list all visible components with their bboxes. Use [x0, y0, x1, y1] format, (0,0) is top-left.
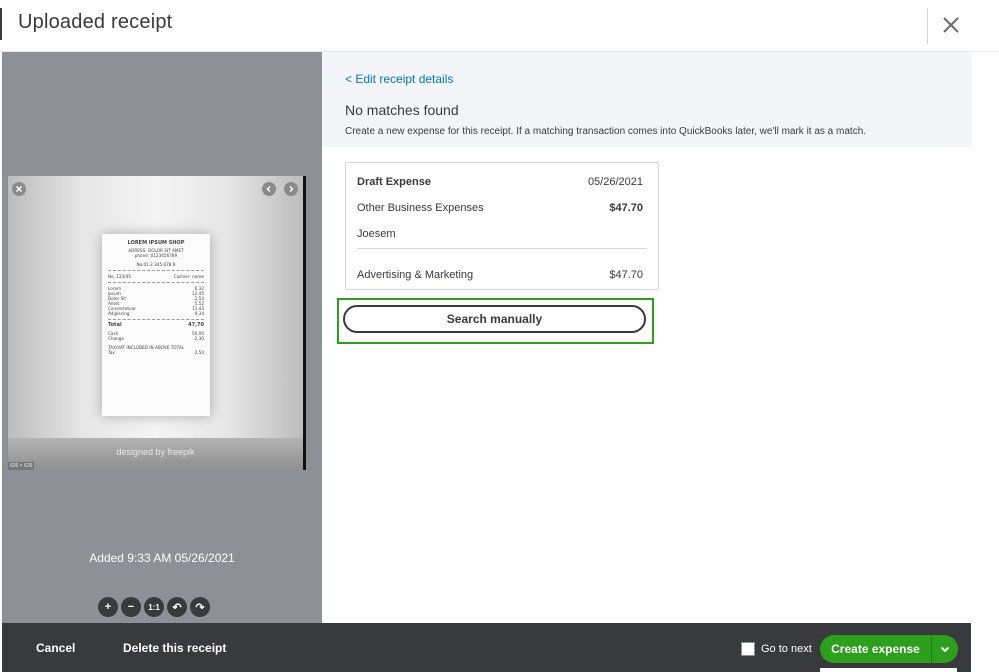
card-divider	[357, 248, 647, 249]
receipt-shop-name: LOREM IPSUM SHOP	[127, 240, 185, 246]
create-expense-button[interactable]: Create expense	[820, 635, 931, 663]
receipt-phone: phone: 0123456789	[134, 253, 178, 258]
dialog-header: Uploaded receipt	[0, 0, 999, 52]
prev-image-button[interactable]	[262, 182, 276, 196]
create-options-dropdown[interactable]	[932, 635, 958, 663]
close-icon	[943, 17, 959, 33]
next-image-button[interactable]	[284, 182, 298, 196]
expense-amount: $47.70	[609, 202, 643, 214]
receipt-change-row: Change 2,30	[108, 336, 204, 341]
zoom-in-button[interactable]: +	[98, 597, 118, 617]
no-matches-heading: No matches found	[345, 102, 459, 118]
added-timestamp: Added 9:33 AM 05/26/2021	[89, 551, 235, 565]
expense-category: Other Business Expenses	[357, 202, 484, 214]
receipt-number: No.01.2.345.678.9	[136, 262, 176, 267]
dialog-title: Uploaded receipt	[18, 11, 173, 33]
scroll-gutter	[971, 52, 999, 672]
draft-expense-card[interactable]: Draft Expense 05/26/2021 Other Business …	[345, 162, 659, 290]
plus-icon: +	[104, 601, 112, 613]
chevron-down-icon	[940, 646, 950, 653]
go-to-next-checkbox[interactable]	[741, 642, 755, 656]
go-to-next-option[interactable]: Go to next	[741, 642, 812, 656]
expense-type: Draft Expense	[357, 176, 431, 188]
expense-payee: Joesem	[357, 228, 396, 240]
receipt-paper: LOREM IPSUM SHOP ADRESS: DOLOR SIT AMET …	[102, 234, 210, 416]
close-separator	[927, 8, 928, 44]
close-button[interactable]	[936, 10, 966, 40]
uploaded-receipt-dialog: Uploaded receipt LOREM IPSUM SHOP ADRESS…	[0, 0, 999, 672]
rotate-right-button[interactable]: ↷	[190, 597, 210, 617]
header-accent-line	[0, 8, 2, 40]
search-manually-highlight: Search manually	[337, 298, 654, 344]
delete-receipt-button[interactable]: Delete this receipt	[123, 641, 226, 655]
image-dimensions: 626 × 626	[8, 462, 35, 470]
cancel-button[interactable]: Cancel	[36, 641, 75, 655]
match-description: Create a new expense for this receipt. I…	[345, 126, 867, 137]
receipt-image: LOREM IPSUM SHOP ADRESS: DOLOR SIT AMET …	[8, 176, 306, 470]
edit-receipt-details-link[interactable]: < Edit receipt details	[345, 72, 453, 86]
actual-size-button[interactable]: 1:1	[144, 597, 164, 617]
line-amount: $47.70	[609, 269, 643, 281]
receipt-header-row: No. 123/45 Cashier: name	[108, 274, 204, 279]
rotate-left-button[interactable]: ↶	[167, 597, 187, 617]
line-category: Advertising & Marketing	[357, 269, 474, 281]
rotate-right-icon: ↷	[195, 601, 205, 614]
receipt-tax-row: Tax 2,54	[108, 350, 204, 355]
zoom-controls: + − 1:1 ↶ ↷	[98, 597, 210, 617]
image-watermark: designed by freepik	[116, 447, 195, 457]
minus-icon: −	[127, 601, 135, 613]
close-circle-icon	[16, 186, 22, 192]
remove-image-button[interactable]	[12, 182, 26, 196]
zoom-out-button[interactable]: −	[121, 597, 141, 617]
go-to-next-label: Go to next	[761, 643, 812, 655]
receipt-total-row: Total 47,70	[108, 322, 204, 328]
chevron-right-icon	[289, 186, 294, 192]
dialog-footer: Cancel Delete this receipt Go to next Cr…	[2, 623, 971, 672]
receipt-preview-pane: LOREM IPSUM SHOP ADRESS: DOLOR SIT AMET …	[2, 52, 322, 623]
match-info-panel: < Edit receipt details No matches found …	[322, 52, 971, 147]
rotate-left-icon: ↶	[172, 601, 182, 614]
chevron-left-icon	[266, 186, 271, 192]
actual-size-label: 1:1	[148, 602, 160, 612]
expense-date: 05/26/2021	[587, 176, 643, 188]
receipt-item-row: Adipiscing 9,34	[108, 311, 204, 316]
create-expense-split-button: Create expense	[820, 635, 958, 663]
search-manually-button[interactable]: Search manually	[343, 305, 646, 333]
match-pane: < Edit receipt details No matches found …	[322, 52, 999, 623]
